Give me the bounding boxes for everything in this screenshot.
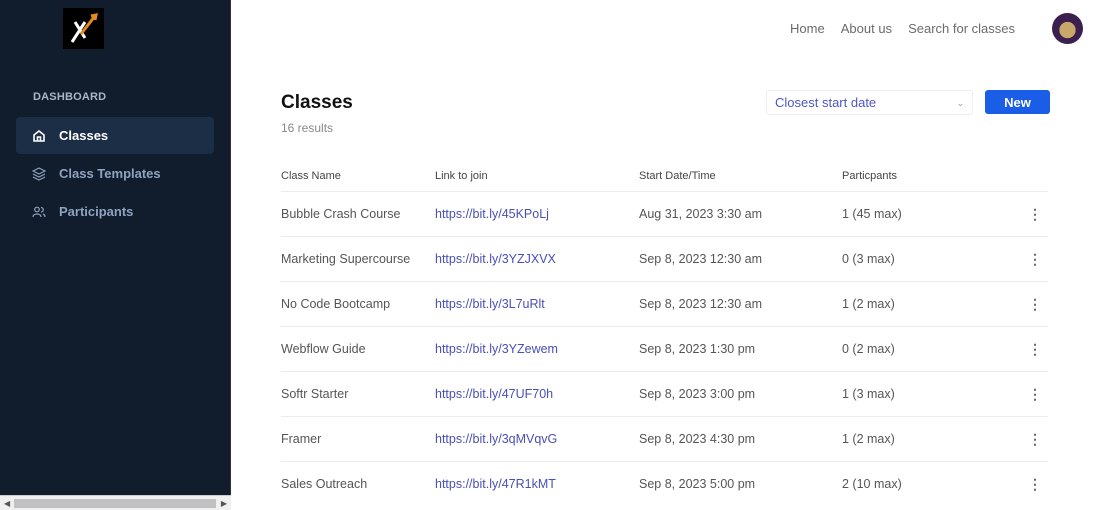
- table-row[interactable]: Framer https://bit.ly/3qMVqvG Sep 8, 202…: [281, 416, 1048, 461]
- class-name: No Code Bootcamp: [281, 297, 391, 311]
- table-row[interactable]: No Code Bootcamp https://bit.ly/3L7uRlt …: [281, 281, 1048, 326]
- more-options-icon[interactable]: ⋮: [1028, 206, 1042, 223]
- join-link[interactable]: https://bit.ly/3YZewem: [435, 342, 558, 356]
- join-link[interactable]: https://bit.ly/3L7uRlt: [435, 297, 545, 311]
- column-header: Link to join: [435, 169, 488, 182]
- sidebar: DASHBOARD Classes Class Templates Partic…: [0, 0, 231, 510]
- sort-value: Closest start date: [775, 95, 877, 110]
- scrollbar-thumb[interactable]: [14, 499, 216, 508]
- join-link[interactable]: https://bit.ly/47R1kMT: [435, 477, 556, 491]
- participants-count: 1 (3 max): [842, 387, 895, 401]
- home-icon: [33, 129, 45, 142]
- page-title: Classes: [281, 92, 353, 113]
- table-row[interactable]: Bubble Crash Course https://bit.ly/45KPo…: [281, 191, 1048, 236]
- more-options-icon[interactable]: ⋮: [1028, 296, 1042, 313]
- start-datetime: Sep 8, 2023 1:30 pm: [639, 342, 756, 356]
- horizontal-scrollbar[interactable]: ◀ ▶: [0, 495, 231, 510]
- class-name: Sales Outreach: [281, 477, 368, 491]
- join-link[interactable]: https://bit.ly/3qMVqvG: [435, 432, 557, 446]
- nav-search-link[interactable]: Search for classes: [908, 21, 1015, 36]
- participants-count: 2 (10 max): [842, 477, 902, 491]
- participants-count: 1 (2 max): [842, 297, 895, 311]
- class-name: Webflow Guide: [281, 342, 366, 356]
- start-datetime: Aug 31, 2023 3:30 am: [639, 207, 763, 221]
- layers-icon: [32, 166, 46, 181]
- sidebar-item-classes[interactable]: Classes: [16, 117, 214, 154]
- more-options-icon[interactable]: ⋮: [1028, 386, 1042, 403]
- sidebar-item-label: Class Templates: [59, 166, 161, 181]
- column-header: Start Date/Time: [639, 169, 716, 182]
- more-options-icon[interactable]: ⋮: [1028, 341, 1042, 358]
- start-datetime: Sep 8, 2023 4:30 pm: [639, 432, 756, 446]
- join-link[interactable]: https://bit.ly/3YZJXVX: [435, 252, 556, 266]
- participants-count: 0 (3 max): [842, 252, 895, 266]
- more-options-icon[interactable]: ⋮: [1028, 476, 1042, 493]
- scroll-left-icon[interactable]: ◀: [4, 499, 10, 508]
- table-row[interactable]: Webflow Guide https://bit.ly/3YZewem Sep…: [281, 326, 1048, 371]
- sort-select[interactable]: Closest start date ⌄: [766, 90, 973, 115]
- class-name: Bubble Crash Course: [281, 207, 401, 221]
- participants-count: 1 (45 max): [842, 207, 902, 221]
- table-header: Class Name Link to join Start Date/Time …: [281, 160, 1048, 191]
- table-row[interactable]: Softr Starter https://bit.ly/47UF70h Sep…: [281, 371, 1048, 416]
- avatar[interactable]: [1052, 13, 1083, 44]
- column-header: Class Name: [281, 169, 341, 182]
- users-icon: [32, 206, 46, 217]
- results-count: 16 results: [281, 121, 334, 135]
- join-link[interactable]: https://bit.ly/47UF70h: [435, 387, 553, 401]
- participants-count: 1 (2 max): [842, 432, 895, 446]
- sidebar-item-label: Participants: [59, 204, 134, 219]
- start-datetime: Sep 8, 2023 3:00 pm: [639, 387, 756, 401]
- class-name: Marketing Supercourse: [281, 252, 411, 266]
- table-row[interactable]: Marketing Supercourse https://bit.ly/3YZ…: [281, 236, 1048, 281]
- class-name: Framer: [281, 432, 322, 446]
- classes-table: Class Name Link to join Start Date/Time …: [281, 160, 1048, 506]
- participants-count: 0 (2 max): [842, 342, 895, 356]
- start-datetime: Sep 8, 2023 12:30 am: [639, 297, 763, 311]
- new-button[interactable]: New: [985, 90, 1050, 114]
- start-datetime: Sep 8, 2023 12:30 am: [639, 252, 763, 266]
- sidebar-item-label: Classes: [59, 128, 109, 143]
- column-header: Particpants: [842, 169, 898, 182]
- sidebar-item-class-templates[interactable]: Class Templates: [16, 155, 214, 192]
- section-label: DASHBOARD: [33, 91, 107, 103]
- logo[interactable]: [63, 8, 104, 49]
- class-name: Softr Starter: [281, 387, 349, 401]
- start-datetime: Sep 8, 2023 5:00 pm: [639, 477, 756, 491]
- more-options-icon[interactable]: ⋮: [1028, 251, 1042, 268]
- scroll-right-icon[interactable]: ▶: [221, 499, 227, 508]
- more-options-icon[interactable]: ⋮: [1028, 431, 1042, 448]
- nav-about-link[interactable]: About us: [841, 21, 892, 36]
- nav-home-link[interactable]: Home: [790, 21, 825, 36]
- join-link[interactable]: https://bit.ly/45KPoLj: [435, 207, 549, 221]
- table-row[interactable]: Sales Outreach https://bit.ly/47R1kMT Se…: [281, 461, 1048, 506]
- sidebar-item-participants[interactable]: Participants: [16, 193, 214, 230]
- top-nav: Home About us Search for classes: [790, 21, 1015, 36]
- chevron-down-icon: ⌄: [956, 98, 964, 108]
